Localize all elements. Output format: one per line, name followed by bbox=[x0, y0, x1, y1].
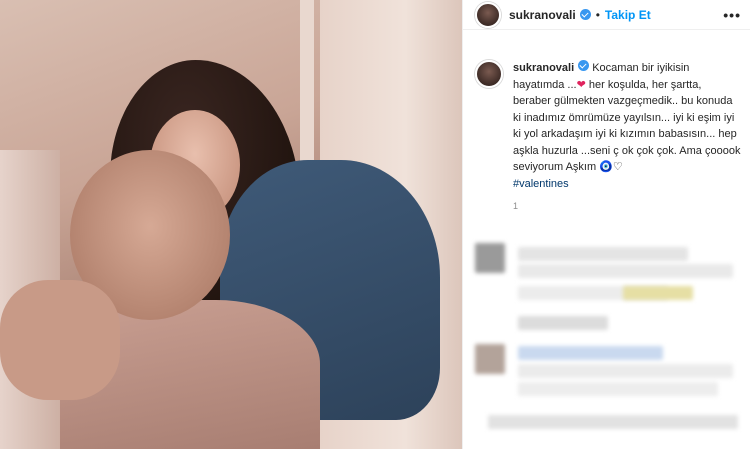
caption-username[interactable]: sukranovali bbox=[513, 62, 574, 74]
comment-text-blurred bbox=[518, 346, 663, 360]
header-username[interactable]: sukranovali bbox=[509, 8, 576, 22]
heart-icon: ❤ bbox=[576, 78, 586, 91]
comment-text-blurred bbox=[488, 415, 738, 429]
verified-badge-icon bbox=[578, 60, 590, 71]
avatar[interactable] bbox=[475, 1, 501, 28]
comment-text-blurred bbox=[518, 364, 733, 378]
caption-text-part2: her koşulda, her şartta, beraber gülmekt… bbox=[513, 78, 741, 174]
comment-meta-blurred bbox=[518, 316, 608, 330]
nazar-icon: 🧿 bbox=[599, 161, 613, 173]
caption: sukranovali Kocaman bir iyikisin hayatım… bbox=[475, 60, 741, 215]
post-side-panel: sukranovali • Takip Et ••• sukranovali K… bbox=[462, 0, 750, 449]
hashtag-link[interactable]: #valentines bbox=[513, 178, 569, 190]
separator-dot: • bbox=[595, 7, 600, 22]
follow-button[interactable]: Takip Et bbox=[605, 8, 651, 22]
comment-avatar[interactable] bbox=[475, 243, 505, 273]
more-options-icon[interactable]: ••• bbox=[723, 7, 741, 23]
caption-timestamp: 1 bbox=[513, 201, 519, 211]
comment-text-blurred bbox=[518, 247, 688, 261]
photo-arm bbox=[0, 280, 120, 400]
post-header: sukranovali • Takip Et ••• bbox=[463, 0, 750, 30]
post-photo[interactable] bbox=[0, 0, 462, 449]
caption-avatar[interactable] bbox=[475, 60, 503, 88]
comment-avatar[interactable] bbox=[475, 344, 505, 374]
comment-text-blurred bbox=[518, 382, 718, 396]
white-heart-icon: ♡ bbox=[612, 161, 623, 173]
caption-body: sukranovali Kocaman bir iyikisin hayatım… bbox=[513, 60, 741, 215]
comment-text-blurred bbox=[518, 264, 733, 278]
verified-badge-icon bbox=[579, 9, 591, 20]
comment-emoji-blurred bbox=[623, 286, 693, 300]
